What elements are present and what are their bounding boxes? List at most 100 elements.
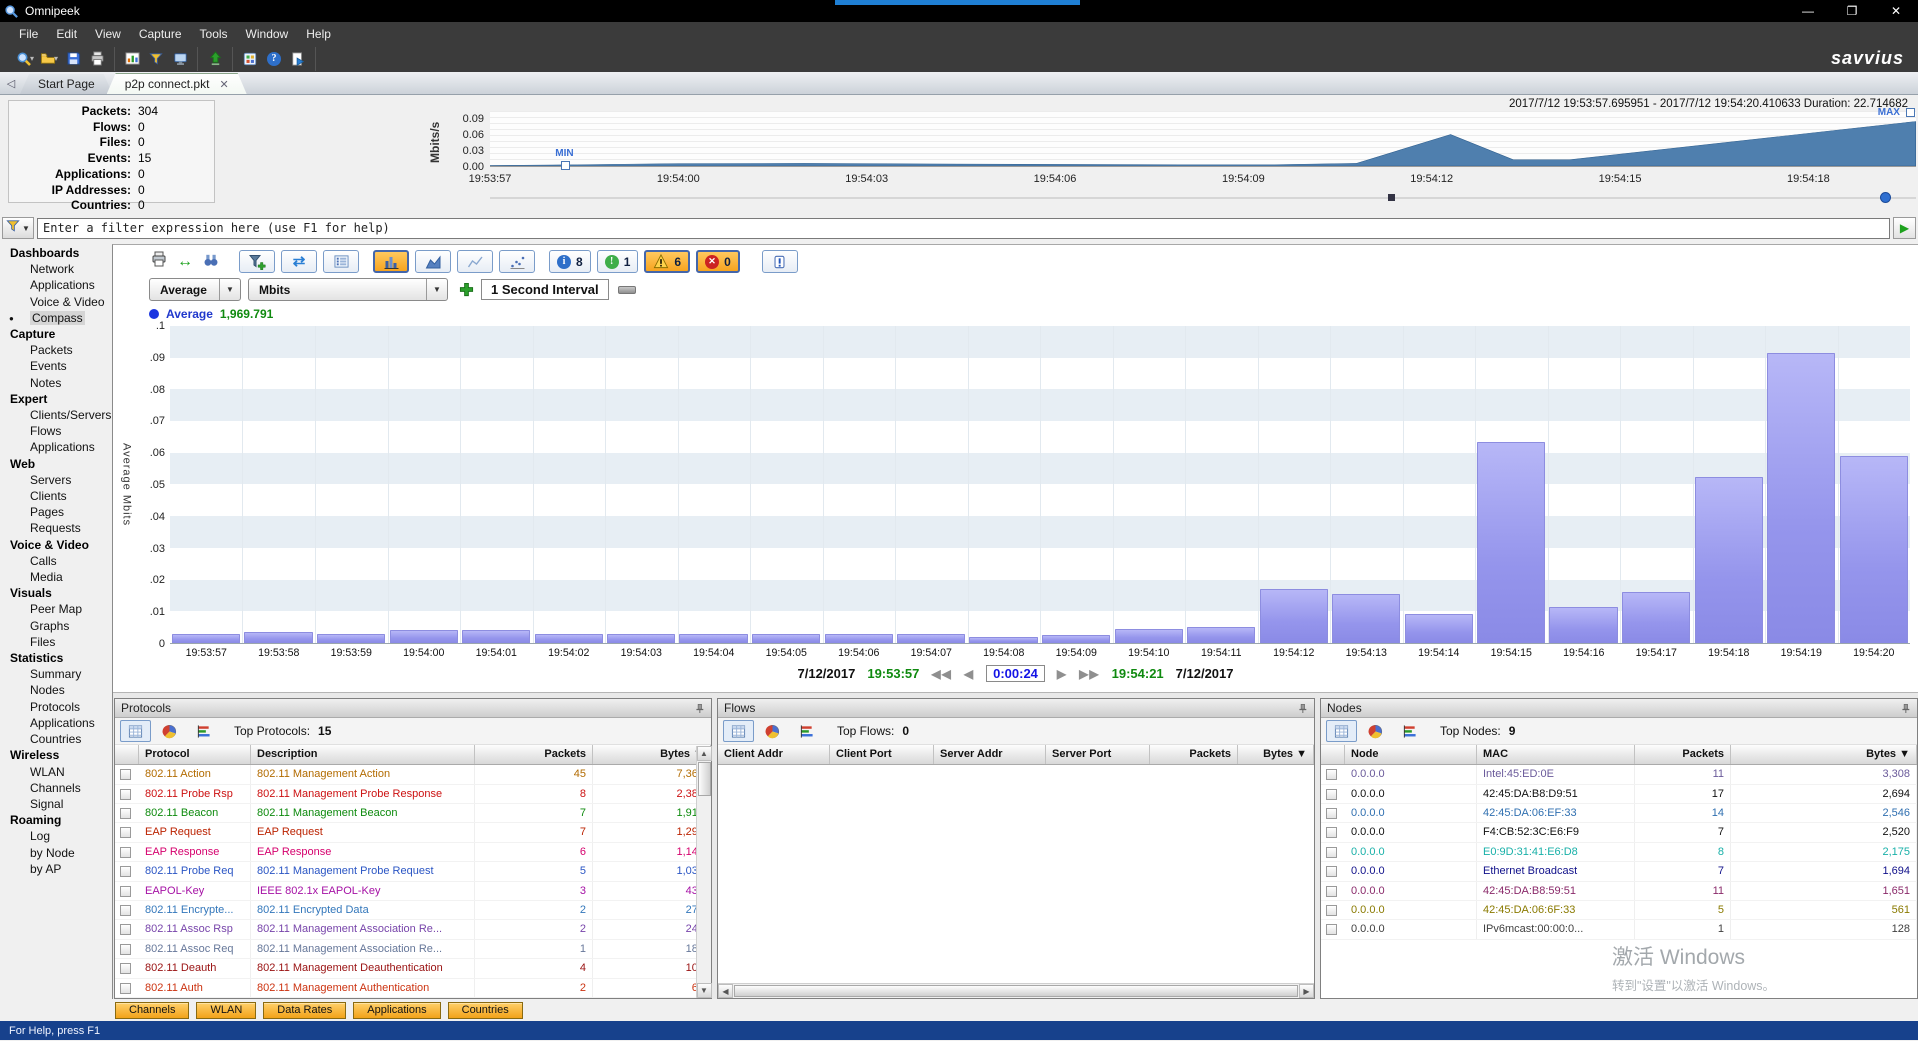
row-checkbox[interactable]: [115, 785, 139, 803]
sidebar-item-network[interactable]: Network: [0, 261, 112, 277]
pie-chart-button[interactable]: [154, 720, 185, 742]
table-row[interactable]: 802.11 Assoc Rsp802.11 Management Associ…: [115, 920, 711, 939]
sidebar-item-packets[interactable]: Packets: [0, 342, 112, 358]
row-checkbox[interactable]: [1321, 823, 1345, 841]
table-view-button[interactable]: [120, 720, 151, 742]
row-checkbox[interactable]: [115, 804, 139, 822]
pie-chart-button[interactable]: [1360, 720, 1391, 742]
column-header[interactable]: Packets: [1150, 745, 1238, 764]
timeline-slider[interactable]: [490, 192, 1916, 204]
table-row[interactable]: EAP ResponseEAP Response61,142: [115, 843, 711, 862]
chart-bar[interactable]: [607, 634, 675, 644]
sidebar-item-clients-servers[interactable]: Clients/Servers: [0, 407, 112, 423]
sidebar-item-summary[interactable]: Summary: [0, 666, 112, 682]
column-header[interactable]: Description: [251, 745, 475, 764]
chart-bar[interactable]: [172, 634, 240, 644]
table-row[interactable]: 802.11 Probe Req802.11 Management Probe …: [115, 862, 711, 881]
row-checkbox[interactable]: [1321, 765, 1345, 783]
filter-funnel-button[interactable]: [144, 48, 168, 70]
scroll-left-button[interactable]: ◀: [718, 984, 733, 998]
sidebar-item-flows[interactable]: Flows: [0, 423, 112, 439]
chart-bar[interactable]: [1405, 614, 1473, 643]
notice-counter-button[interactable]: !1: [597, 250, 639, 273]
scroll-right-button[interactable]: ▶: [1299, 984, 1314, 998]
bar-chart-button[interactable]: [373, 250, 409, 273]
table-row[interactable]: 802.11 Action802.11 Management Action457…: [115, 765, 711, 784]
row-checkbox[interactable]: [115, 843, 139, 861]
column-header[interactable]: Client Port: [830, 745, 934, 764]
table-row[interactable]: EAPOL-KeyIEEE 802.1x EAPOL-Key3433: [115, 882, 711, 901]
remove-interval-button[interactable]: [618, 286, 636, 294]
table-row[interactable]: 0.0.0.0Intel:45:ED:0E113,308: [1321, 765, 1917, 784]
sidebar-item-signal[interactable]: Signal: [0, 796, 112, 812]
tab-back-arrow[interactable]: ◁: [2, 77, 20, 94]
sidebar-item-by-node[interactable]: by Node: [0, 845, 112, 861]
chart-bar[interactable]: [1477, 442, 1545, 643]
sidebar-item-by-ap[interactable]: by AP: [0, 861, 112, 877]
sidebar-item-media[interactable]: Media: [0, 569, 112, 585]
printer-button[interactable]: [151, 251, 167, 272]
slider-handle[interactable]: [1880, 192, 1891, 203]
row-checkbox[interactable]: [115, 920, 139, 938]
column-header[interactable]: Bytes ▼: [1731, 745, 1917, 764]
table-row[interactable]: 0.0.0.0F4:CB:52:3C:E6:F972,520: [1321, 823, 1917, 842]
forward-fast-button[interactable]: ▶▶: [1079, 667, 1099, 681]
table-row[interactable]: 0.0.0.042:45:DA:B8:59:51111,651: [1321, 882, 1917, 901]
tab-p2p-connect-pkt[interactable]: p2p connect.pkt✕: [107, 73, 247, 94]
start-capture-button[interactable]: [286, 48, 310, 70]
table-row[interactable]: 0.0.0.0IPv6mcast:00:00:0...1128: [1321, 920, 1917, 939]
table-row[interactable]: 0.0.0.042:45:DA:06:6F:335561: [1321, 901, 1917, 920]
row-checkbox[interactable]: [1321, 843, 1345, 861]
menu-help[interactable]: Help: [297, 24, 340, 44]
column-header[interactable]: Server Port: [1046, 745, 1150, 764]
rewind-button[interactable]: ◀: [964, 667, 974, 681]
menu-capture[interactable]: Capture: [130, 24, 191, 44]
close-icon[interactable]: ✕: [219, 78, 228, 91]
error-counter-button[interactable]: ✕0: [696, 250, 740, 273]
bottom-tab-applications[interactable]: Applications: [353, 1002, 440, 1019]
column-header[interactable]: [1321, 745, 1345, 764]
table-view-button[interactable]: [1326, 720, 1357, 742]
monitor-button[interactable]: [168, 48, 192, 70]
row-checkbox[interactable]: [115, 862, 139, 880]
sidebar-item-protocols[interactable]: Protocols: [0, 699, 112, 715]
chart-bar[interactable]: [752, 634, 820, 644]
apply-filter-button[interactable]: ▶: [1893, 217, 1916, 239]
warning-counter-button[interactable]: 6: [644, 250, 690, 273]
row-checkbox[interactable]: [115, 823, 139, 841]
table-row[interactable]: 802.11 Assoc Req802.11 Management Associ…: [115, 940, 711, 959]
table-row[interactable]: 0.0.0.042:45:DA:B8:D9:51172,694: [1321, 785, 1917, 804]
table-row[interactable]: 0.0.0.0Ethernet Broadcast71,694: [1321, 862, 1917, 881]
bottom-tab-channels[interactable]: Channels: [115, 1002, 189, 1019]
sidebar-item-files[interactable]: Files: [0, 634, 112, 650]
sidebar-item-notes[interactable]: Notes: [0, 375, 112, 391]
minimize-button[interactable]: —: [1786, 0, 1830, 22]
chart-bar[interactable]: [462, 630, 530, 643]
info-counter-button[interactable]: i8: [549, 250, 591, 273]
bar-view-button[interactable]: [791, 720, 822, 742]
chart-bar[interactable]: [1695, 477, 1763, 643]
chart-bar[interactable]: [897, 634, 965, 644]
menu-view[interactable]: View: [86, 24, 130, 44]
horizontal-scrollbar[interactable]: ◀▶: [718, 983, 1314, 998]
row-checkbox[interactable]: [115, 765, 139, 783]
pin-icon[interactable]: [1900, 703, 1911, 714]
bottom-tab-data-rates[interactable]: Data Rates: [263, 1002, 346, 1019]
units-dropdown[interactable]: Mbits ▼: [248, 278, 448, 301]
row-checkbox[interactable]: [115, 979, 139, 997]
table-view-button[interactable]: [723, 720, 754, 742]
pie-chart-button[interactable]: [757, 720, 788, 742]
maximize-button[interactable]: ❐: [1830, 0, 1874, 22]
chart-bar[interactable]: [244, 632, 312, 643]
table-row[interactable]: 802.11 Auth802.11 Management Authenticat…: [115, 979, 711, 998]
vertical-scrollbar[interactable]: ▲▼: [696, 746, 711, 998]
row-checkbox[interactable]: [115, 940, 139, 958]
graph-image-button[interactable]: [120, 48, 144, 70]
close-button[interactable]: ✕: [1874, 0, 1918, 22]
bar-view-button[interactable]: [1394, 720, 1425, 742]
scroll-down-button[interactable]: ▼: [697, 983, 712, 998]
capture-magnifier-button[interactable]: ▾: [13, 48, 37, 70]
sidebar-item-events[interactable]: Events: [0, 358, 112, 374]
sidebar-item-countries[interactable]: Countries: [0, 731, 112, 747]
save-button[interactable]: [61, 48, 85, 70]
